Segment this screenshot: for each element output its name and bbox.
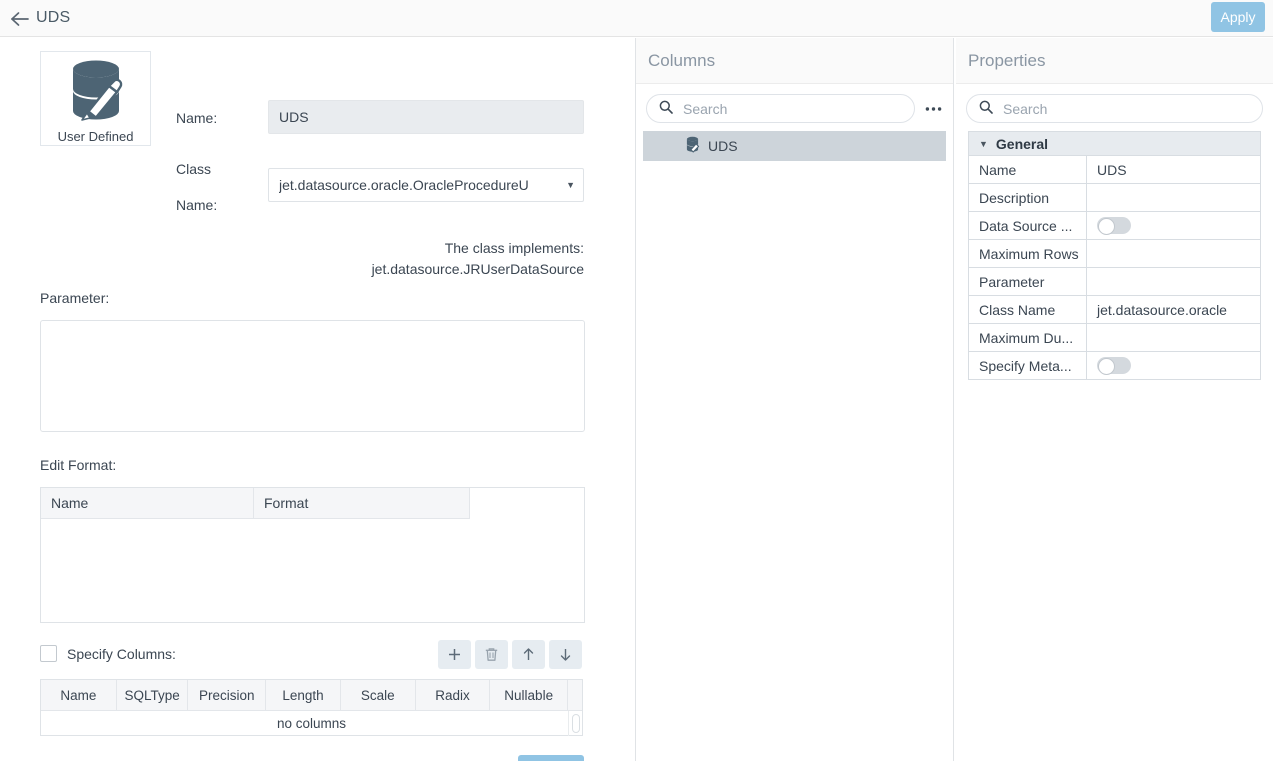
columns-header-sqltype: SQLType: [117, 680, 189, 711]
edit-format-table: Name Format: [40, 487, 585, 623]
columns-search-input[interactable]: [681, 100, 902, 118]
parameter-label: Parameter:: [40, 290, 109, 306]
chevron-down-icon: ▼: [560, 180, 575, 190]
property-value[interactable]: [1087, 352, 1260, 379]
columns-definition-table: Name SQLType Precision Length Scale Radi…: [40, 679, 583, 736]
name-label: Name:: [176, 110, 217, 126]
properties-search-box[interactable]: [966, 94, 1263, 123]
search-icon: [659, 100, 673, 117]
property-key: Parameter: [969, 268, 1087, 295]
user-defined-datasource-icon: [65, 58, 127, 127]
columns-header-precision: Precision: [188, 680, 266, 711]
table-row[interactable]: Specify Meta...: [969, 352, 1260, 380]
toggle-switch[interactable]: [1097, 357, 1131, 374]
table-row[interactable]: Data Source ...: [969, 212, 1260, 240]
property-key: Data Source ...: [969, 212, 1087, 239]
triangle-down-icon: ▼: [979, 139, 988, 149]
columns-header-scale: Scale: [341, 680, 416, 711]
arrow-down-icon[interactable]: [549, 640, 582, 669]
columns-header-row: Name SQLType Precision Length Scale Radi…: [41, 680, 582, 711]
property-key: Maximum Rows: [969, 240, 1087, 267]
implements-text-line2: jet.datasource.JRUserDataSource: [44, 259, 584, 280]
properties-table: ▼ General Name UDS Description Data Sour…: [968, 131, 1261, 380]
edit-format-header-format: Format: [254, 488, 470, 519]
property-key: Specify Meta...: [969, 352, 1087, 379]
edit-format-label: Edit Format:: [40, 457, 116, 473]
columns-header-scroll-spacer: [568, 680, 582, 711]
edit-format-header-name: Name: [41, 488, 254, 519]
property-value[interactable]: [1087, 240, 1260, 267]
datasource-type-label: User Defined: [58, 129, 134, 144]
page-title: UDS: [36, 9, 70, 27]
specify-columns-checkbox[interactable]: [40, 645, 57, 662]
parameter-textarea[interactable]: [40, 320, 585, 432]
columns-header-radix: Radix: [416, 680, 491, 711]
edit-format-header-row: Name Format: [41, 488, 584, 519]
class-name-label-line2: Name:: [176, 197, 217, 213]
columns-panel: Columns: [635, 38, 954, 761]
properties-panel-title: Properties: [956, 38, 1273, 84]
columns-table-scrollbar[interactable]: [568, 711, 582, 736]
columns-toolbar: [438, 640, 582, 669]
top-bar: UDS Apply: [0, 0, 1273, 37]
columns-header-name: Name: [41, 680, 117, 711]
columns-empty-row: no columns: [41, 711, 582, 736]
update-button[interactable]: Update: [518, 755, 584, 761]
specify-columns-row: Specify Columns:: [40, 645, 176, 662]
user-defined-datasource-icon: [685, 136, 700, 156]
arrow-up-icon[interactable]: [512, 640, 545, 669]
toggle-switch[interactable]: [1097, 217, 1131, 234]
list-item[interactable]: UDS: [643, 131, 946, 161]
property-value[interactable]: UDS: [1087, 156, 1260, 183]
trash-icon[interactable]: [475, 640, 508, 669]
property-value[interactable]: [1087, 324, 1260, 351]
table-row[interactable]: Description: [969, 184, 1260, 212]
columns-panel-title: Columns: [636, 38, 953, 84]
list-item-label: UDS: [708, 138, 738, 154]
properties-group-label: General: [996, 136, 1048, 152]
arrow-left-icon[interactable]: [8, 8, 32, 30]
property-key: Description: [969, 184, 1087, 211]
apply-button[interactable]: Apply: [1211, 2, 1265, 32]
plus-icon[interactable]: [438, 640, 471, 669]
property-key: Class Name: [969, 296, 1087, 323]
datasource-type-card: User Defined: [40, 51, 151, 146]
columns-empty-text: no columns: [277, 716, 346, 731]
table-row[interactable]: Name UDS: [969, 156, 1260, 184]
class-name-dropdown[interactable]: jet.datasource.oracle.OracleProcedureU ▼: [268, 168, 584, 202]
property-value[interactable]: [1087, 212, 1260, 239]
table-row[interactable]: Parameter: [969, 268, 1260, 296]
properties-search-input[interactable]: [1001, 100, 1250, 118]
property-value[interactable]: jet.datasource.oracle: [1087, 296, 1260, 323]
implements-text-line1: The class implements:: [44, 238, 584, 259]
datasource-form: User Defined Name: Class Name: jet.datas…: [0, 38, 634, 761]
properties-group-general[interactable]: ▼ General: [969, 132, 1260, 156]
property-value[interactable]: [1087, 184, 1260, 211]
edit-format-header-spacer: [470, 488, 584, 519]
property-value[interactable]: [1087, 268, 1260, 295]
properties-search-row: [956, 84, 1273, 123]
columns-search-row: [636, 84, 953, 123]
table-row[interactable]: Maximum Rows: [969, 240, 1260, 268]
name-input[interactable]: [268, 100, 584, 134]
more-horizontal-icon[interactable]: [923, 99, 943, 119]
columns-search-box[interactable]: [646, 94, 915, 123]
properties-panel: Properties ▼ General Name UDS Descriptio…: [956, 38, 1273, 761]
class-name-label-line1: Class: [176, 161, 211, 177]
property-key: Name: [969, 156, 1087, 183]
columns-header-nullable: Nullable: [490, 680, 568, 711]
class-name-value: jet.datasource.oracle.OracleProcedureU: [279, 177, 529, 193]
columns-header-length: Length: [266, 680, 341, 711]
table-row[interactable]: Maximum Du...: [969, 324, 1260, 352]
specify-columns-label: Specify Columns:: [67, 646, 176, 662]
search-icon: [979, 100, 993, 117]
property-key: Maximum Du...: [969, 324, 1087, 351]
columns-table-scroll-thumb[interactable]: [572, 714, 580, 733]
columns-tree: UDS: [636, 131, 953, 161]
table-row[interactable]: Class Name jet.datasource.oracle: [969, 296, 1260, 324]
